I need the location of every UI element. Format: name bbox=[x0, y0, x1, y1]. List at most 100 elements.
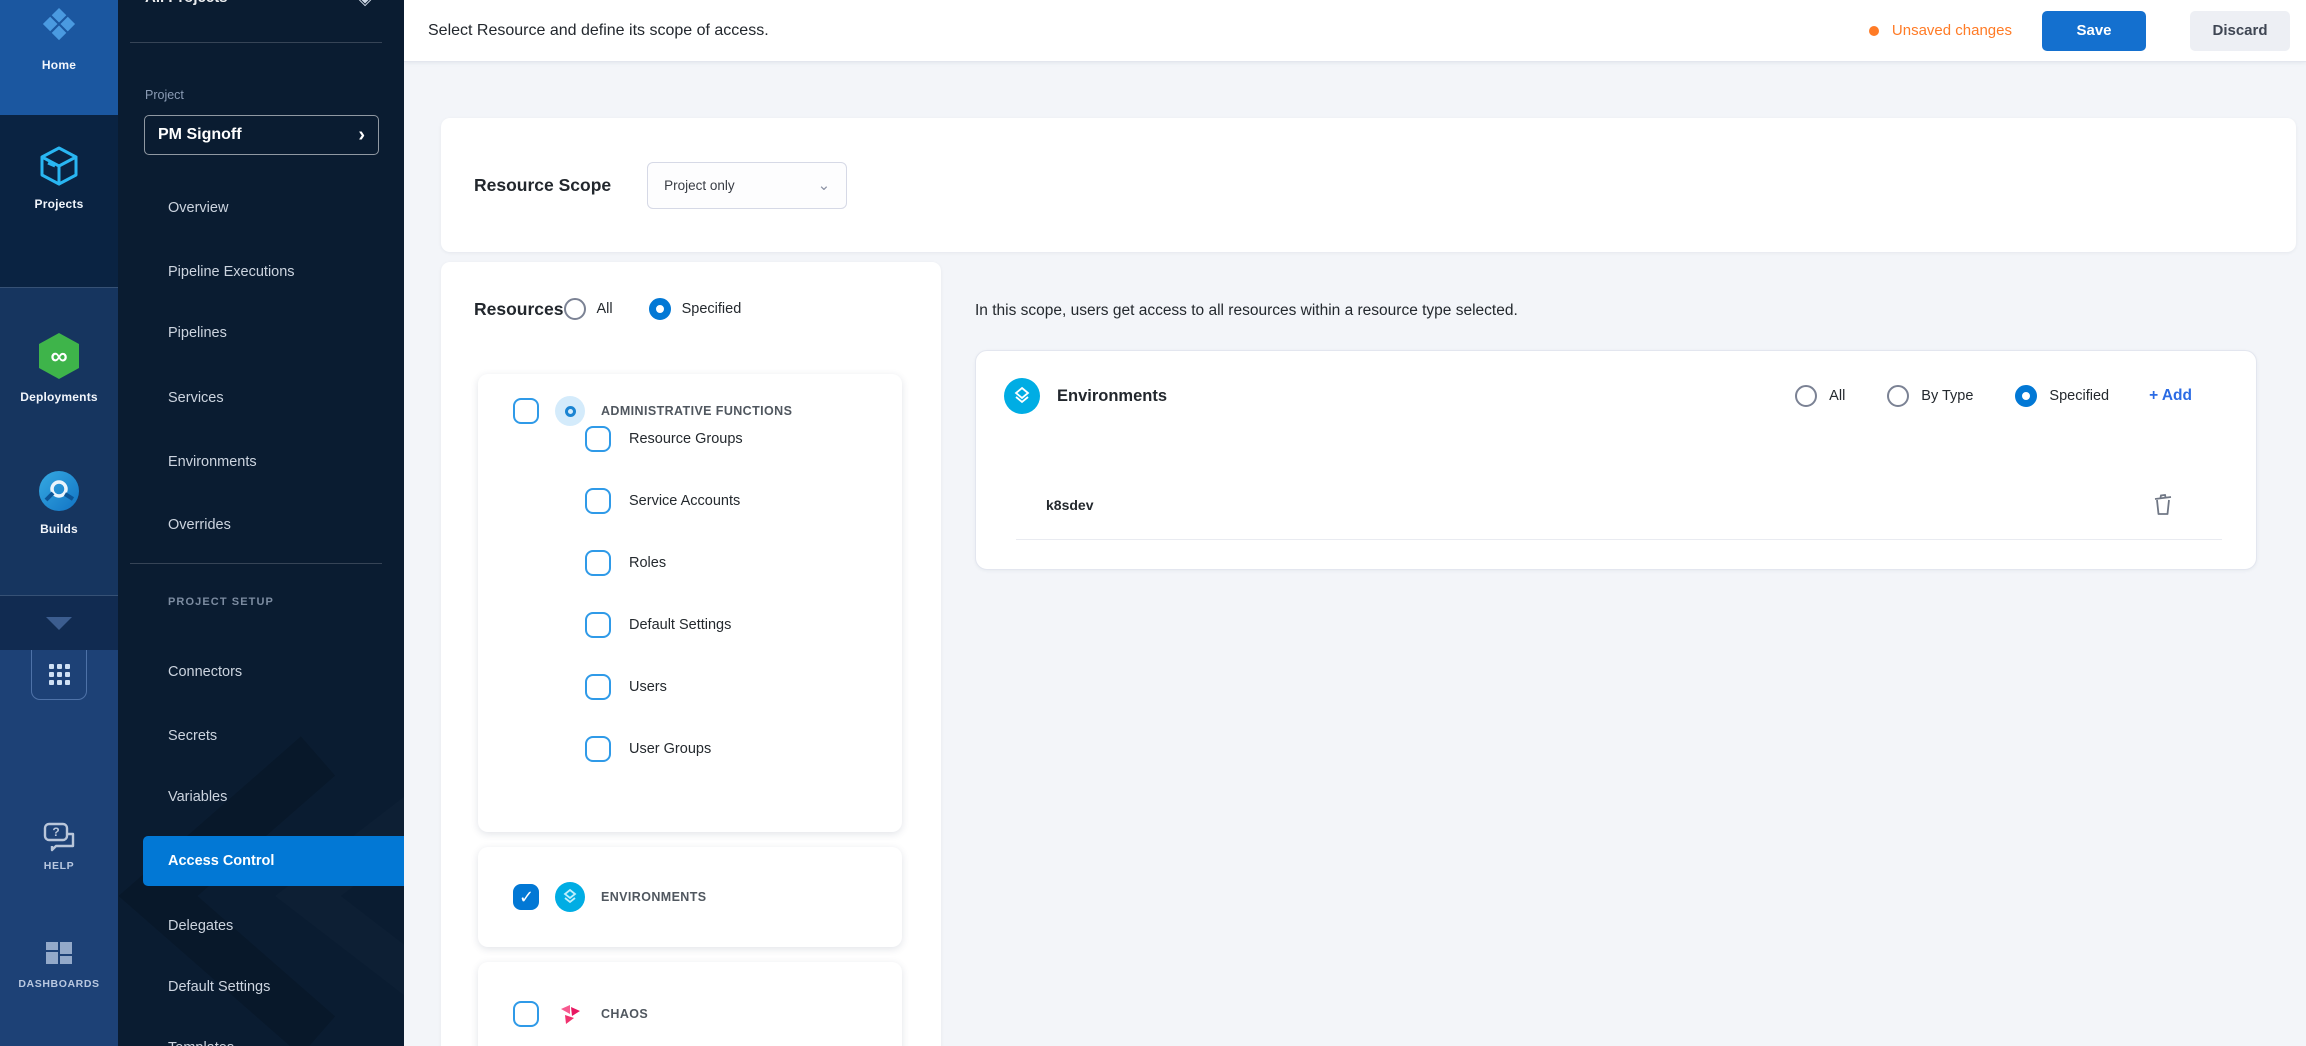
sub-resource-row: Roles bbox=[585, 550, 902, 576]
resource-scope-value: Project only bbox=[664, 178, 817, 193]
sub-resource-label[interactable]: Users bbox=[629, 679, 667, 695]
rail-item-home[interactable]: ❖ Home bbox=[0, 0, 118, 115]
resources-radio-all-label[interactable]: All bbox=[597, 301, 613, 317]
resources-radio-all[interactable] bbox=[564, 298, 586, 320]
resource-scope-title: Resource Scope bbox=[474, 175, 611, 196]
checkbox-chaos[interactable] bbox=[513, 1001, 539, 1027]
module-grid-button[interactable] bbox=[31, 650, 87, 700]
rail-item-label: Home bbox=[42, 58, 76, 72]
module-rail: ❖ Home Projects ∞ Deployments Builds bbox=[0, 0, 118, 1046]
environments-icon bbox=[555, 882, 585, 912]
main-content: Resource Scope Project only ⌄ Resources … bbox=[404, 62, 2306, 1046]
resource-scope-select[interactable]: Project only ⌄ bbox=[647, 162, 847, 209]
add-environment-link[interactable]: + Add bbox=[2149, 387, 2192, 405]
group-label: ENVIRONMENTS bbox=[601, 890, 707, 904]
environment-item-name: k8sdev bbox=[1046, 497, 1093, 513]
group-label: CHAOS bbox=[601, 1007, 648, 1021]
environments-card-title: Environments bbox=[1057, 387, 1167, 406]
checkbox-resource-groups[interactable] bbox=[585, 426, 611, 452]
svg-text:∞: ∞ bbox=[50, 343, 67, 370]
sidebar-item-overrides[interactable]: Overrides bbox=[118, 507, 404, 543]
env-radio-all-label[interactable]: All bbox=[1829, 388, 1845, 404]
chaos-icon bbox=[555, 999, 585, 1029]
builds-ci-icon bbox=[36, 468, 82, 514]
sub-resource-row: Users bbox=[585, 674, 902, 700]
rail-item-help[interactable]: ? HELP bbox=[0, 822, 118, 912]
env-radio-all[interactable] bbox=[1795, 385, 1817, 407]
rail-item-label: Builds bbox=[40, 522, 78, 536]
rail-item-builds[interactable]: Builds bbox=[0, 468, 118, 588]
scope-switcher-icon: ◈ bbox=[358, 0, 372, 9]
checkbox-environments[interactable] bbox=[513, 884, 539, 910]
chevron-right-icon: › bbox=[358, 125, 365, 145]
sidebar-item-overview[interactable]: Overview bbox=[118, 190, 404, 226]
rail-item-label: Projects bbox=[35, 197, 84, 211]
environments-detail-card: Environments All By Type Specified + Add… bbox=[975, 350, 2257, 570]
sub-resource-row: Service Accounts bbox=[585, 488, 902, 514]
sub-resource-row: User Groups bbox=[585, 736, 902, 762]
resource-group-card-chaos: CHAOS bbox=[478, 962, 902, 1046]
env-radio-by-type-label[interactable]: By Type bbox=[1921, 388, 1973, 404]
rail-item-projects[interactable]: Projects bbox=[0, 115, 118, 287]
environments-icon bbox=[1004, 378, 1040, 414]
save-button[interactable]: Save bbox=[2042, 11, 2146, 51]
administrative-functions-icon bbox=[555, 396, 585, 426]
checkbox-roles[interactable] bbox=[585, 550, 611, 576]
deployments-cd-icon: ∞ bbox=[33, 330, 85, 382]
page-subtitle: Select Resource and define its scope of … bbox=[428, 22, 769, 40]
checkbox-users[interactable] bbox=[585, 674, 611, 700]
rail-collapse-row[interactable] bbox=[0, 596, 118, 650]
page-header: Select Resource and define its scope of … bbox=[404, 0, 2306, 62]
discard-button[interactable]: Discard bbox=[2190, 11, 2290, 51]
rail-divider bbox=[0, 287, 118, 288]
sidebar-item-access-control[interactable]: Access Control bbox=[143, 836, 404, 886]
sub-resource-label[interactable]: Roles bbox=[629, 555, 666, 571]
sidebar-item-pipelines[interactable]: Pipelines bbox=[118, 315, 404, 351]
sidebar-item-connectors[interactable]: Connectors bbox=[118, 654, 404, 690]
rail-item-deployments[interactable]: ∞ Deployments bbox=[0, 330, 118, 450]
checkbox-default-settings[interactable] bbox=[585, 612, 611, 638]
sidebar-item-variables[interactable]: Variables bbox=[118, 779, 404, 815]
sub-resource-label[interactable]: Default Settings bbox=[629, 617, 731, 633]
chevron-down-icon: ⌄ bbox=[818, 176, 831, 194]
project-selector[interactable]: PM Signoff › bbox=[144, 115, 379, 155]
sub-resource-row: Resource Groups bbox=[585, 426, 902, 452]
chevron-down-icon bbox=[46, 617, 72, 630]
sidebar-divider bbox=[130, 42, 382, 43]
sidebar-divider bbox=[130, 563, 382, 564]
env-radio-specified[interactable] bbox=[2015, 385, 2037, 407]
delete-trash-icon[interactable] bbox=[2152, 493, 2174, 517]
unsaved-dot-icon bbox=[1869, 26, 1879, 36]
resources-radio-specified[interactable] bbox=[649, 298, 671, 320]
project-sidebar: All Projects ◈ Project PM Signoff › Over… bbox=[118, 0, 404, 1046]
svg-text:?: ? bbox=[52, 825, 59, 839]
sidebar-item-environments[interactable]: Environments bbox=[118, 444, 404, 480]
sidebar-item-services[interactable]: Services bbox=[118, 380, 404, 416]
group-label: ADMINISTRATIVE FUNCTIONS bbox=[601, 404, 792, 418]
grid-dots-icon bbox=[49, 664, 70, 685]
cube-icon bbox=[36, 143, 82, 189]
sub-resource-label[interactable]: Resource Groups bbox=[629, 431, 743, 447]
resource-scope-card: Resource Scope Project only ⌄ bbox=[441, 118, 2296, 252]
resources-radio-specified-label[interactable]: Specified bbox=[682, 301, 742, 317]
checkbox-administrative-functions[interactable] bbox=[513, 398, 539, 424]
resources-title: Resources bbox=[474, 299, 564, 320]
environment-item-row: k8sdev bbox=[1016, 471, 2222, 540]
sidebar-item-templates[interactable]: Templates bbox=[118, 1030, 404, 1046]
checkbox-service-accounts[interactable] bbox=[585, 488, 611, 514]
sub-resource-label[interactable]: Service Accounts bbox=[629, 493, 740, 509]
harness-logo-icon: ❖ bbox=[39, 2, 78, 50]
sidebar-item-delegates[interactable]: Delegates bbox=[118, 908, 404, 944]
scope-switcher-label: All Projects bbox=[145, 0, 228, 6]
sub-resource-label[interactable]: User Groups bbox=[629, 741, 711, 757]
resource-group-card-administrative-functions: ADMINISTRATIVE FUNCTIONS Resource Groups… bbox=[478, 374, 902, 832]
sidebar-item-pipeline-executions[interactable]: Pipeline Executions bbox=[118, 254, 404, 290]
env-radio-by-type[interactable] bbox=[1887, 385, 1909, 407]
rail-item-dashboards[interactable]: DASHBOARDS bbox=[0, 940, 118, 1030]
dashboards-icon bbox=[44, 940, 74, 970]
sidebar-item-secrets[interactable]: Secrets bbox=[118, 718, 404, 754]
env-radio-specified-label[interactable]: Specified bbox=[2049, 388, 2109, 404]
checkbox-user-groups[interactable] bbox=[585, 736, 611, 762]
scope-switcher-row[interactable]: All Projects ◈ bbox=[118, 0, 404, 16]
sidebar-item-default-settings[interactable]: Default Settings bbox=[118, 969, 404, 1005]
